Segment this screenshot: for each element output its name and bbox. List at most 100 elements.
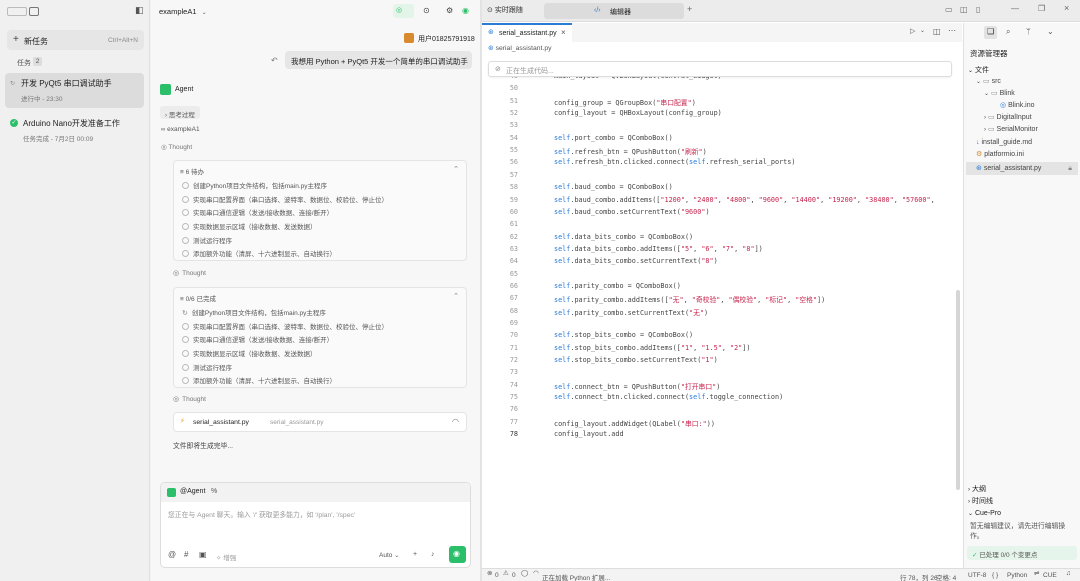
code-line[interactable]: 50 <box>482 84 962 96</box>
tree-item-serialmonitor[interactable]: › ▭ SerialMonitor <box>984 126 1038 133</box>
code-line[interactable]: 51 config_group = QGroupBox("串口配置") <box>482 97 962 109</box>
image-icon[interactable]: ▣ <box>199 551 207 559</box>
model-selector[interactable]: Auto ⌄ <box>379 552 399 559</box>
error-icon[interactable]: ⊗ <box>487 570 492 578</box>
code-line[interactable]: 58 self.baud_combo = QComboBox() <box>482 183 962 195</box>
code-line[interactable]: 64 self.data_bits_combo.setCurrentText("8… <box>482 257 962 269</box>
code-line[interactable]: 70 self.stop_bits_combo = QComboBox() <box>482 331 962 343</box>
outline-section[interactable]: › 大纲 <box>968 484 986 494</box>
send-button[interactable]: ◉ <box>449 546 466 563</box>
project-ref[interactable]: ∞ exampleA1 <box>161 126 200 133</box>
tree-item-blink[interactable]: ⌄ ▭ Blink <box>984 90 1015 97</box>
code-line[interactable]: 55 self.refresh_btn = QPushButton("刷新") <box>482 146 962 158</box>
project-selector[interactable]: exampleA1 ⌄ <box>159 7 207 16</box>
code-line[interactable]: 53 <box>482 121 962 133</box>
minimize-icon[interactable]: — <box>1011 5 1019 13</box>
enhance-button[interactable]: ✧ 增强 <box>216 552 236 563</box>
status-encoding[interactable]: UTF-8 <box>968 572 986 579</box>
layout-icon[interactable]: ▭ <box>945 6 953 14</box>
at-mention-icon[interactable]: @ <box>168 551 176 559</box>
timeline-section[interactable]: › 时间线 <box>968 496 993 506</box>
sidebar-toggle-icon[interactable]: ◧ <box>135 6 144 15</box>
code-text: self.refresh_btn.clicked.connect(self.re… <box>554 158 796 167</box>
run-icon[interactable]: ▷ <box>910 28 915 35</box>
code-line[interactable]: 75 self.connect_btn.clicked.connect(self.… <box>482 393 962 405</box>
code-line[interactable]: 52 config_layout = QHBoxLayout(config_gro… <box>482 109 962 121</box>
code-line[interactable]: 68 self.parity_combo.setCurrentText("无") <box>482 307 962 319</box>
breadcrumb[interactable]: ⊛ serial_assistant.py <box>488 45 552 53</box>
code-line[interactable]: 74 self.connect_btn = QPushButton("打开串口") <box>482 381 962 393</box>
restore-icon[interactable]: ❐ <box>1038 5 1045 13</box>
code-line[interactable]: 66 self.parity_combo = QComboBox() <box>482 282 962 294</box>
status-spaces[interactable]: 空格: 4 <box>936 572 956 581</box>
code-line[interactable]: 57 <box>482 171 962 183</box>
code-line[interactable]: 65 <box>482 270 962 282</box>
collapse-icon[interactable]: ⌃ <box>453 166 459 173</box>
chevron-down-icon[interactable]: ⌄ <box>920 28 925 34</box>
files-icon[interactable]: ❏ <box>987 28 994 36</box>
close-icon[interactable]: × <box>1064 4 1069 13</box>
editor-scrollbar[interactable] <box>956 290 960 490</box>
code-line[interactable]: 76 <box>482 405 962 417</box>
chevron-down-icon[interactable]: ⌄ <box>1047 28 1054 36</box>
code-line[interactable]: 62 self.data_bits_combo = QComboBox() <box>482 233 962 245</box>
panel-icon[interactable]: ▯ <box>976 6 980 14</box>
microphone-icon[interactable]: ♪ <box>431 551 435 558</box>
status-cue[interactable]: CUE <box>1043 572 1057 579</box>
file-card[interactable]: ⚡ serial_assistant.py serial_assistant.p… <box>173 412 467 432</box>
code-line[interactable]: 54 self.port_combo = QComboBox() <box>482 134 962 146</box>
status-toggle[interactable]: ◎ <box>393 4 414 18</box>
undo-icon[interactable]: ↶ <box>271 57 278 65</box>
status-language[interactable]: Python <box>1007 572 1027 579</box>
bell-icon[interactable]: ◯ <box>521 570 528 578</box>
notification-icon[interactable]: ◉ <box>462 7 469 15</box>
tab-editor[interactable]: ‹/› 编辑器 <box>544 3 684 19</box>
code-line[interactable]: 69 <box>482 319 962 331</box>
git-branch-icon[interactable]: ᛘ <box>1026 28 1031 36</box>
close-tab-icon[interactable]: × <box>561 29 566 37</box>
status-braces[interactable]: { } <box>992 572 998 579</box>
chat-input[interactable]: 您正在与 Agent 聊天。输入 '/' 获取更多能力，如 '/plan', '… <box>168 509 458 519</box>
warning-icon[interactable]: ⚠ <box>503 570 509 578</box>
code-line[interactable]: 78 config_layout.add <box>482 430 962 442</box>
code-line[interactable]: 60 self.baud_combo.setCurrentText("9600") <box>482 208 962 220</box>
cue-section[interactable]: ⌄ Cue-Pro <box>968 510 1001 517</box>
code-line[interactable]: 71 self.stop_bits_combo.addItems(["1", "1… <box>482 344 962 356</box>
add-tab-icon[interactable]: + <box>687 5 692 14</box>
code-line[interactable]: 73 <box>482 368 962 380</box>
tree-item-blink-ino[interactable]: ◎ Blink.ino <box>1000 102 1035 109</box>
hash-icon[interactable]: # <box>184 551 188 559</box>
tree-item-digitalinput[interactable]: › ▭ DigitalInput <box>984 114 1032 121</box>
code-line[interactable]: 77 config_layout.addWidget(QLabel("串口:")) <box>482 418 962 430</box>
code-editor[interactable]: 49main_layout = QVBoxLayout(central_widg… <box>482 72 962 452</box>
code-line[interactable]: 56 self.refresh_btn.clicked.connect(self.… <box>482 158 962 170</box>
think-process-toggle[interactable]: › 思考过程 <box>160 106 200 119</box>
gear-icon[interactable]: ⚙ <box>446 7 453 15</box>
code-line[interactable]: 59 self.baud_combo.addItems(["1200", "240… <box>482 196 962 208</box>
tab-realtime[interactable]: ⊙ 实时跟随 <box>487 5 523 15</box>
chat-history-icon[interactable]: ⊙ <box>423 7 430 15</box>
task-item-arduino[interactable]: ✓ Arduino Nano开发准备工作 任务完成 - 7月2日 00:09 <box>5 113 144 148</box>
file-tab-active[interactable]: ⊛ serial_assistant.py × <box>482 23 572 42</box>
notification-icon[interactable]: ♫ <box>1066 570 1071 578</box>
new-task-button[interactable]: + 新任务 Ctrl+Alt+N <box>7 30 144 50</box>
more-icon[interactable]: ⋯ <box>948 27 956 35</box>
tree-item-platformio[interactable]: ⚙ platformio.ini <box>976 151 1024 158</box>
plus-icon[interactable]: + <box>413 551 417 558</box>
code-line[interactable]: 63 self.data_bits_combo.addItems(["5", "6… <box>482 245 962 257</box>
task-item-pyqt5[interactable]: ↻ 开发 PyQt5 串口调试助手 进行中 - 23:30 <box>5 73 144 108</box>
files-section[interactable]: ⌄ 文件 <box>968 65 989 75</box>
code-line[interactable]: 61 <box>482 220 962 232</box>
code-text: config_group = QGroupBox("串口配置") <box>554 98 696 107</box>
code-line[interactable]: 67 self.parity_combo.addItems(["无", "奇校验"… <box>482 294 962 306</box>
status-cursor[interactable]: 行 78，列 26 <box>900 572 938 581</box>
split-icon[interactable]: ◫ <box>960 6 968 14</box>
code-line[interactable]: 72 self.stop_bits_combo.setCurrentText("1… <box>482 356 962 368</box>
folder-open-icon: ▭ <box>990 90 998 97</box>
collapse-icon[interactable]: ⌃ <box>453 293 459 300</box>
split-editor-icon[interactable]: ◫ <box>933 28 941 36</box>
tree-item-src[interactable]: ⌄ ▭ src <box>976 78 1001 85</box>
tree-item-serial-assistant[interactable]: ⊛ serial_assistant.py 🔒︎ <box>966 162 1078 175</box>
tree-item-install-guide[interactable]: ↓ install_guide.md <box>976 139 1032 146</box>
search-icon[interactable]: ⌕ <box>1006 28 1010 36</box>
